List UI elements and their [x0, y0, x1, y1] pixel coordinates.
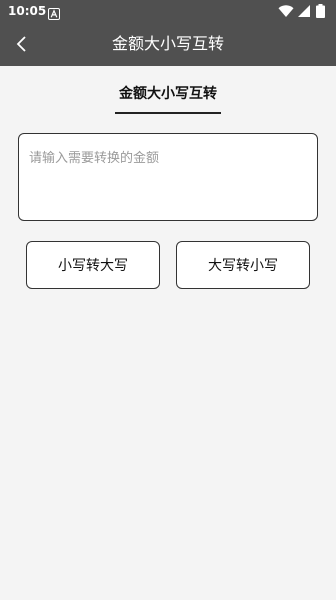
- status-icons: [278, 4, 328, 18]
- status-bar: 10:05: [0, 0, 336, 22]
- tab-indicator: [115, 112, 221, 114]
- status-time: 10:05: [8, 4, 47, 18]
- lower-to-upper-button[interactable]: 小写转大写: [26, 241, 160, 289]
- upper-to-lower-button[interactable]: 大写转小写: [176, 241, 310, 289]
- back-button[interactable]: [4, 26, 40, 62]
- app-bar: 金额大小写互转: [0, 22, 336, 66]
- tab-label: 金额大小写互转: [119, 86, 217, 102]
- page-title: 金额大小写互转: [111, 34, 224, 53]
- battery-icon: [316, 4, 325, 18]
- font-a-icon: [48, 5, 60, 20]
- chevron-left-icon: [16, 36, 26, 52]
- tab-amount-convert[interactable]: 金额大小写互转: [108, 82, 228, 116]
- wifi-icon: [278, 5, 294, 17]
- amount-input[interactable]: [18, 133, 318, 221]
- signal-icon: [298, 5, 310, 17]
